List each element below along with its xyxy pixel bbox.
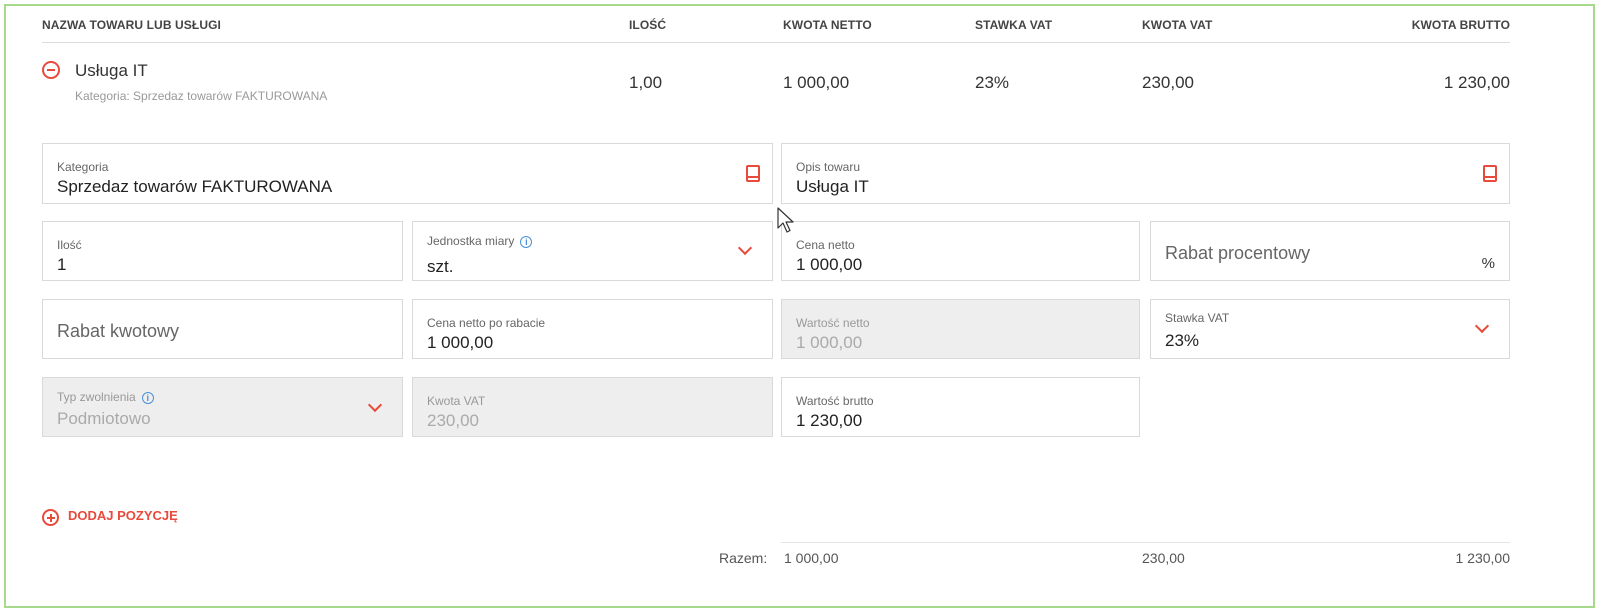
totals-net: 1 000,00: [784, 550, 839, 566]
vat-rate-value: 23%: [1165, 331, 1200, 350]
totals-divider: [781, 542, 1510, 543]
col-header-vat-amount: KWOTA VAT: [1142, 18, 1213, 32]
gross-value-field[interactable]: Wartość brutto 1 230,00: [781, 377, 1140, 437]
totals-label: Razem:: [719, 550, 768, 566]
col-header-net: KWOTA NETTO: [783, 18, 872, 32]
chevron-down-icon: [367, 397, 383, 413]
net-after-discount-label: Cena netto po rabacie: [427, 316, 546, 330]
chevron-down-icon[interactable]: [737, 240, 753, 256]
col-header-vat-rate: STAWKA VAT: [975, 18, 1053, 32]
category-label: Kategoria: [57, 160, 109, 174]
percent-discount-field[interactable]: Rabat procentowy %: [1150, 221, 1510, 281]
item-vat-amount: 230,00: [1142, 73, 1194, 92]
book-icon[interactable]: [746, 165, 760, 182]
add-position-button[interactable]: DODAJ POZYCJĘ: [68, 508, 178, 523]
gross-value-label: Wartość brutto: [796, 394, 874, 408]
col-header-name: NAZWA TOWARU LUB USŁUGI: [42, 18, 221, 32]
exemption-type-label: Typ zwolnienia: [57, 390, 136, 404]
gross-value-value: 1 230,00: [796, 411, 863, 430]
amount-discount-field[interactable]: Rabat kwotowy: [42, 299, 403, 359]
category-field[interactable]: Kategoria Sprzedaz towarów FAKTUROWANA: [42, 143, 773, 204]
net-value-field: Wartość netto 1 000,00: [781, 299, 1140, 359]
description-value: Usługa IT: [796, 177, 869, 196]
item-gross: 1 230,00: [1443, 73, 1510, 92]
net-value-label: Wartość netto: [796, 316, 870, 330]
net-price-label: Cena netto: [796, 238, 855, 252]
mouse-cursor-icon: [777, 207, 794, 233]
net-after-discount-field[interactable]: Cena netto po rabacie 1 000,00: [412, 299, 773, 359]
description-field[interactable]: Opis towaru Usługa IT: [781, 143, 1510, 204]
info-icon[interactable]: i: [141, 392, 154, 404]
unit-label: Jednostka miary: [427, 234, 515, 248]
item-qty: 1,00: [629, 73, 663, 92]
item-category: Kategoria: Sprzedaz towarów FAKTUROWANA: [75, 89, 328, 103]
exemption-type-value: Podmiotowo: [57, 409, 151, 428]
category-value: Sprzedaz towarów FAKTUROWANA: [57, 177, 333, 196]
vat-amount-value: 230,00: [427, 411, 479, 430]
net-price-value: 1 000,00: [796, 255, 863, 274]
totals-vat: 230,00: [1142, 550, 1185, 566]
vat-amount-field: Kwota VAT 230,00: [412, 377, 773, 437]
col-header-gross: KWOTA BRUTTO: [1411, 18, 1510, 32]
quantity-value: 1: [57, 255, 67, 274]
unit-value: szt.: [427, 257, 454, 276]
vat-rate-select[interactable]: Stawka VAT 23%: [1150, 299, 1510, 359]
chevron-down-icon[interactable]: [1474, 318, 1490, 334]
amount-discount-placeholder: Rabat kwotowy: [57, 321, 180, 341]
net-value-value: 1 000,00: [796, 333, 863, 352]
book-icon[interactable]: [1483, 165, 1497, 182]
quantity-label: Ilość: [57, 238, 82, 252]
item-name: Usługa IT: [75, 61, 148, 80]
header-divider: [42, 42, 1510, 43]
vat-amount-label: Kwota VAT: [427, 394, 486, 408]
item-vat-rate: 23%: [975, 73, 1010, 92]
collapse-item-icon[interactable]: [42, 61, 60, 79]
vat-rate-label: Stawka VAT: [1165, 311, 1230, 325]
percent-discount-placeholder: Rabat procentowy: [1165, 243, 1311, 263]
percent-suffix: %: [1481, 255, 1495, 272]
net-price-field[interactable]: Cena netto 1 000,00: [781, 221, 1140, 281]
totals-gross: 1 230,00: [1455, 550, 1511, 566]
add-circle-icon[interactable]: [42, 509, 59, 526]
item-net: 1 000,00: [783, 73, 850, 92]
unit-select[interactable]: Jednostka miary i szt.: [412, 221, 773, 281]
quantity-field[interactable]: Ilość 1: [42, 221, 403, 281]
net-after-discount-value: 1 000,00: [427, 333, 494, 352]
exemption-type-select: Typ zwolnienia i Podmiotowo: [42, 377, 403, 437]
description-label: Opis towaru: [796, 160, 861, 174]
col-header-qty: ILOŚĆ: [629, 18, 667, 32]
info-icon[interactable]: i: [520, 236, 533, 248]
